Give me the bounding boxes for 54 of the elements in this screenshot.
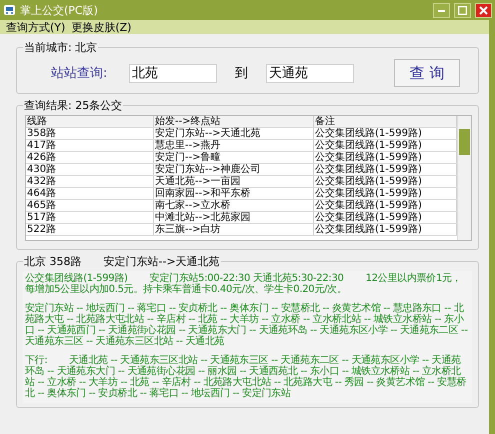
bus-icon bbox=[3, 4, 16, 16]
route-info-text: 公交集团线路(1-599路) 安定门东站5:00-22:30 天通北苑5:30-22:30 12公里以内票价1元，每增加5公里以内加0.5元。持卡乘车普通卡0.40元/次、学生卡0.20元/次。 bbox=[25, 273, 462, 295]
table-cell: 安定门东站-->天通北苑 bbox=[154, 128, 314, 139]
table-cell: 安定门-->鲁疃 bbox=[154, 152, 314, 163]
table-cell: 公交集团线路(1-599路) bbox=[314, 128, 457, 139]
table-cell: 517路 bbox=[26, 212, 154, 223]
from-station-field[interactable]: 北苑 bbox=[129, 64, 217, 82]
station-query-label: 站站查询: bbox=[51, 65, 108, 82]
table-cell: 公交集团线路(1-599路) bbox=[314, 212, 457, 223]
route-title: 安定门东站-->天通北苑 bbox=[104, 254, 220, 269]
table-cell: 公交集团线路(1-599路) bbox=[314, 140, 457, 151]
down-stops-text: 下行: 天通北苑 -- 天通苑东三区北站 -- 天通苑东三区 -- 天通苑东二区 -- 天通苑东区小学 -- 天通苑环岛 -- 天通苑东大门 -- 天通苑街心花园 -- 丽水园 -- 天通西苑北 -- 东小口 -- 城铁立水桥站 -- 立水桥北站 -- 立水桥 -- 大羊坊 -- 北苑 -- 辛店村 -- 北苑路大屯北站 -- 北苑路大屯 -- 秀园 -- 炎黄艺术馆 -- 安慧桥北 -- 奥体东门 -- 安贞桥北 -- 蒋宅口 -- 地坛西门 -- 安定门东站 bbox=[25, 355, 468, 399]
column-header[interactable]: 备注 bbox=[314, 116, 457, 127]
table-cell: 公交集团线路(1-599路) bbox=[314, 200, 457, 211]
table-cell: 430路 bbox=[26, 164, 154, 175]
table-cell: 安定门东站-->神鹿公司 bbox=[154, 164, 314, 175]
table-cell: 南七家-->立水桥 bbox=[154, 200, 314, 211]
table-cell: 公交集团线路(1-599路) bbox=[314, 224, 457, 235]
current-city-label: 当前城市: 北京 bbox=[23, 40, 98, 55]
menu-item[interactable]: 更换皮肤(Z) bbox=[71, 20, 132, 34]
scroll-thumb[interactable] bbox=[459, 129, 470, 155]
scrollbar[interactable] bbox=[457, 116, 471, 240]
table-cell: 465路 bbox=[26, 200, 154, 211]
table-cell: 522路 bbox=[26, 224, 154, 235]
close-button[interactable] bbox=[475, 2, 492, 18]
to-label: 到 bbox=[235, 65, 248, 82]
window-title: 掌上公交(PC版) bbox=[20, 2, 99, 18]
table-cell: 天通北苑-->一亩园 bbox=[154, 176, 314, 187]
maximize-button[interactable] bbox=[454, 2, 471, 18]
table-cell: 358路 bbox=[26, 128, 154, 139]
table-cell: 中滩北站-->北苑家园 bbox=[154, 212, 314, 223]
table-cell: 慧忠里-->燕丹 bbox=[154, 140, 314, 151]
table-cell: 432路 bbox=[26, 176, 154, 187]
minimize-button[interactable] bbox=[433, 2, 450, 18]
table-cell: 公交集团线路(1-599路) bbox=[314, 188, 457, 199]
table-cell: 464路 bbox=[26, 188, 154, 199]
to-station-field[interactable]: 天通苑 bbox=[266, 64, 354, 82]
up-stops-text: 安定门东站 -- 地坛西门 -- 蒋宅口 -- 安贞桥北 -- 奥体东门 -- 安慧桥北 -- 炎黄艺术馆 -- 慧忠路东口 -- 北苑路大屯 -- 北苑路大屯北站 -- 辛店村 -- 北苑 -- 大羊坊 -- 立水桥 -- 立水桥北站 -- 城铁立水桥站 -- 东小口 -- 天通苑西门 -- 天通苑街心花园 -- 天通苑东大门 -- 天通苑环岛 -- 天通苑东区小学 -- 天通苑东二区 -- 天通苑东三区 -- 天通苑东三区北站 -- 天通北苑 bbox=[25, 303, 469, 347]
minimize-icon bbox=[438, 8, 445, 12]
table-cell: 回南家园-->和平东桥 bbox=[154, 188, 314, 199]
table-cell: 公交集团线路(1-599路) bbox=[314, 164, 457, 175]
search-button[interactable]: 查 询 bbox=[394, 59, 460, 87]
menu-item[interactable]: 查询方式(Y) bbox=[6, 20, 66, 34]
table-cell: 公交集团线路(1-599路) bbox=[314, 152, 457, 163]
table-cell: 公交集团线路(1-599路) bbox=[314, 176, 457, 187]
column-header[interactable]: 线路 bbox=[26, 116, 154, 127]
route-title: 北京 358路 bbox=[24, 254, 82, 269]
table-cell: 东三旗-->白坊 bbox=[154, 224, 314, 235]
column-header[interactable]: 始发-->终点站 bbox=[154, 116, 314, 127]
maximize-icon bbox=[458, 6, 467, 14]
results-count-label: 查询结果: 25条公交 bbox=[23, 98, 124, 113]
table-cell: 417路 bbox=[26, 140, 154, 151]
table-cell: 426路 bbox=[26, 152, 154, 163]
close-icon bbox=[479, 6, 488, 14]
